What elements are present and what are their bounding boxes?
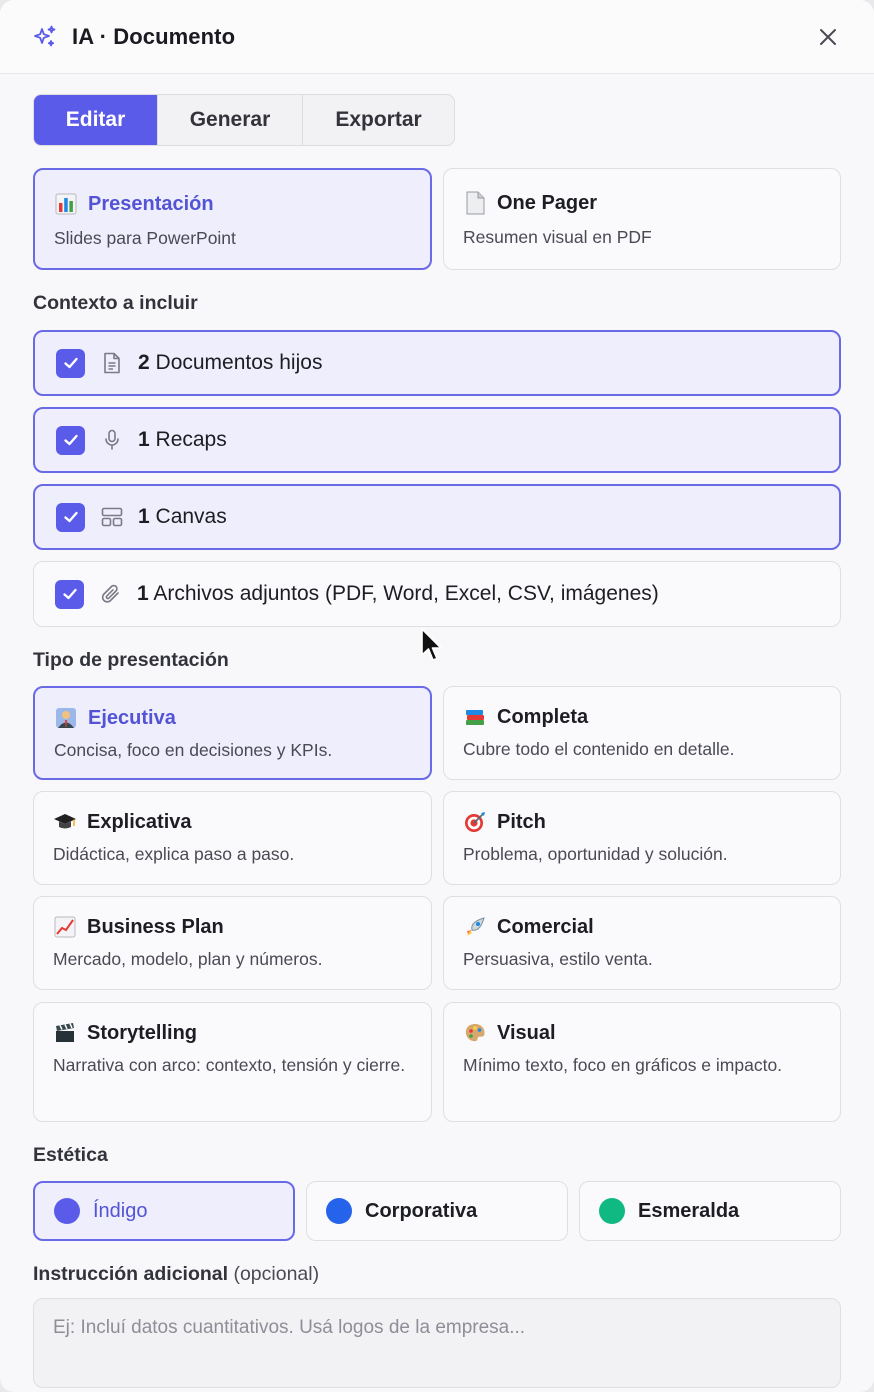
aesthetic-label: Índigo	[93, 1199, 148, 1222]
context-count: 1	[138, 505, 150, 528]
bar-chart-icon	[54, 192, 78, 216]
type-title: Ejecutiva	[88, 706, 176, 729]
panel-title: IA · Documento	[72, 23, 236, 49]
type-desc: Didáctica, explica paso a paso.	[53, 844, 295, 864]
type-desc: Concisa, foco en decisiones y KPIs.	[54, 740, 333, 760]
type-desc: Persuasiva, estilo venta.	[463, 949, 653, 969]
context-label: Archivos adjuntos (PDF, Word, Excel, CSV…	[153, 582, 659, 605]
tab-editar[interactable]: Editar	[34, 95, 158, 145]
type-card-business-plan[interactable]: Business Plan Mercado, modelo, plan y nú…	[33, 896, 432, 990]
aesthetic-option-corporativa[interactable]: Corporativa	[306, 1181, 568, 1241]
type-desc: Mercado, modelo, plan y números.	[53, 949, 323, 969]
type-card-explicativa[interactable]: Explicativa Didáctica, explica paso a pa…	[33, 791, 432, 885]
clapper-icon	[53, 1021, 77, 1045]
context-count: 1	[137, 582, 149, 605]
aesthetics-heading: Estética	[33, 1144, 108, 1166]
ai-document-panel: IA · Documento Editar Generar Exportar P…	[0, 0, 874, 1392]
aesthetic-option-esmeralda[interactable]: Esmeralda	[579, 1181, 841, 1241]
type-card-storytelling[interactable]: Storytelling Narrativa con arco: context…	[33, 1002, 432, 1122]
panel-header: IA · Documento	[0, 0, 874, 74]
instruction-label: Instrucción adicional	[33, 1263, 229, 1285]
format-desc: Slides para PowerPoint	[54, 228, 236, 248]
aesthetic-label: Corporativa	[365, 1199, 478, 1222]
type-title: Business Plan	[87, 915, 224, 938]
context-label: Documentos hijos	[155, 351, 323, 374]
type-desc: Mínimo texto, foco en gráficos e impacto…	[463, 1055, 783, 1075]
mode-tabs: Editar Generar Exportar	[33, 94, 455, 146]
checkbox-checked[interactable]	[56, 425, 85, 455]
microphone-icon	[100, 428, 124, 452]
format-title: One Pager	[497, 191, 598, 214]
checkbox-checked[interactable]	[55, 579, 84, 609]
format-desc: Resumen visual en PDF	[463, 227, 652, 247]
paperclip-icon	[99, 582, 123, 606]
format-title: Presentación	[88, 192, 214, 215]
context-item-archivos[interactable]: 1 Archivos adjuntos (PDF, Word, Excel, C…	[33, 561, 841, 627]
context-item-documentos[interactable]: 2 Documentos hijos	[33, 330, 841, 396]
color-swatch	[599, 1198, 625, 1224]
graduation-cap-icon	[53, 810, 77, 834]
type-desc: Narrativa con arco: contexto, tensión y …	[53, 1055, 406, 1075]
instruction-optional: (opcional)	[233, 1263, 320, 1285]
mouse-cursor-icon	[421, 628, 442, 661]
context-item-canvas[interactable]: 1 Canvas	[33, 484, 841, 550]
type-title: Pitch	[497, 810, 546, 833]
type-card-ejecutiva[interactable]: Ejecutiva Concisa, foco en decisiones y …	[33, 686, 432, 780]
type-card-pitch[interactable]: Pitch Problema, oportunidad y solución.	[443, 791, 841, 885]
type-desc: Cubre todo el contenido en detalle.	[463, 739, 735, 759]
context-label: Canvas	[155, 505, 227, 528]
page-icon	[463, 191, 487, 215]
tab-generar[interactable]: Generar	[158, 95, 303, 145]
type-card-visual[interactable]: Visual Mínimo texto, foco en gráficos e …	[443, 1002, 841, 1122]
books-icon	[463, 705, 487, 729]
color-swatch	[326, 1198, 352, 1224]
type-title: Completa	[497, 705, 589, 728]
sparkles-icon	[32, 24, 58, 50]
type-card-completa[interactable]: Completa Cubre todo el contenido en deta…	[443, 686, 841, 780]
format-card-presentacion[interactable]: Presentación Slides para PowerPoint	[33, 168, 432, 270]
document-icon	[100, 351, 124, 375]
context-count: 1	[138, 428, 150, 451]
type-desc: Problema, oportunidad y solución.	[463, 844, 728, 864]
color-swatch	[54, 1198, 80, 1224]
type-title: Storytelling	[87, 1021, 198, 1044]
type-title: Explicativa	[87, 810, 192, 833]
format-card-one-pager[interactable]: One Pager Resumen visual en PDF	[443, 168, 841, 270]
checkbox-checked[interactable]	[56, 502, 85, 532]
target-icon	[463, 810, 487, 834]
palette-icon	[463, 1021, 487, 1045]
tab-exportar[interactable]: Exportar	[303, 95, 454, 145]
context-item-recaps[interactable]: 1 Recaps	[33, 407, 841, 473]
layout-icon	[100, 505, 124, 529]
instruction-heading: Instrucción adicional (opcional)	[33, 1263, 319, 1286]
businessman-icon	[54, 706, 78, 730]
type-title: Visual	[497, 1021, 556, 1044]
checkbox-checked[interactable]	[56, 348, 85, 378]
context-heading: Contexto a incluir	[33, 292, 198, 314]
context-count: 2	[138, 351, 150, 374]
context-label: Recaps	[155, 428, 227, 451]
close-icon[interactable]	[814, 23, 842, 51]
type-title: Comercial	[497, 915, 594, 938]
instruction-input[interactable]	[33, 1298, 841, 1388]
aesthetic-option-indigo[interactable]: Índigo	[33, 1181, 295, 1241]
type-card-comercial[interactable]: Comercial Persuasiva, estilo venta.	[443, 896, 841, 990]
trend-chart-icon	[53, 915, 77, 939]
types-heading: Tipo de presentación	[33, 649, 229, 671]
rocket-icon	[463, 915, 487, 939]
aesthetic-label: Esmeralda	[638, 1199, 740, 1222]
